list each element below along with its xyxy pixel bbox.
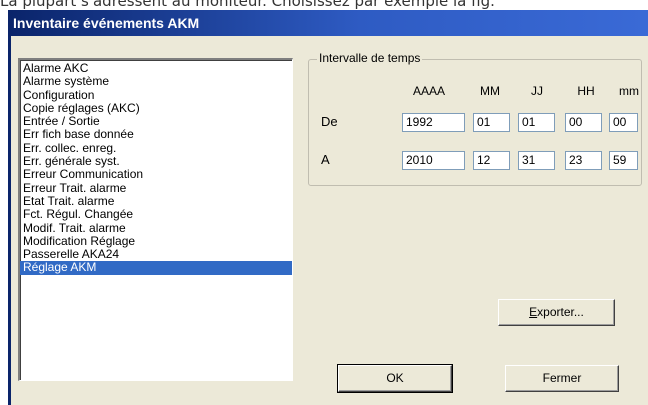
to-minute-field[interactable]: 59 bbox=[609, 151, 638, 170]
from-month-field[interactable]: 01 bbox=[473, 113, 510, 132]
export-button-mnemonic: E bbox=[529, 305, 538, 319]
list-item[interactable]: Erreur Communication bbox=[20, 168, 292, 181]
list-item[interactable]: Configuration bbox=[20, 88, 292, 102]
to-label: A bbox=[321, 152, 330, 167]
from-year-field[interactable]: 1992 bbox=[402, 113, 465, 132]
list-item[interactable]: Modification Réglage bbox=[20, 234, 292, 248]
title-bar[interactable]: Inventaire événements AKM bbox=[8, 10, 648, 36]
event-inventory-dialog: Inventaire événements AKM Alarme AKC Ala… bbox=[8, 10, 648, 405]
dialog-client-area: Alarme AKC Alarme système Configuration … bbox=[11, 36, 648, 405]
list-item[interactable]: Fct. Régul. Changée bbox=[20, 208, 292, 221]
to-hour-field[interactable]: 23 bbox=[565, 151, 602, 170]
to-day-field[interactable]: 31 bbox=[518, 151, 555, 170]
list-item[interactable]: Err fich base donnée bbox=[20, 128, 292, 141]
from-hour-field[interactable]: 00 bbox=[565, 113, 602, 132]
close-button[interactable]: Fermer bbox=[505, 365, 619, 392]
year-column-header: AAAA bbox=[412, 84, 445, 98]
from-day-field[interactable]: 01 bbox=[518, 113, 555, 132]
list-item[interactable]: Modif. Trait. alarme bbox=[20, 221, 292, 235]
list-item[interactable]: Entrée / Sortie bbox=[20, 115, 292, 128]
to-year-field[interactable]: 2010 bbox=[402, 151, 465, 170]
list-item[interactable]: Etat Trait. alarme bbox=[20, 194, 292, 208]
list-item[interactable]: Copie réglages (AKC) bbox=[20, 101, 292, 115]
event-type-listbox[interactable]: Alarme AKC Alarme système Configuration … bbox=[18, 58, 293, 381]
day-column-header: JJ bbox=[531, 84, 543, 98]
time-range-legend: Intervalle de temps bbox=[317, 51, 423, 65]
from-label: De bbox=[321, 114, 338, 129]
list-item[interactable]: Err. collec. enreg. bbox=[20, 141, 292, 155]
list-item[interactable]: Passerelle AKA24 bbox=[20, 248, 292, 261]
month-column-header: MM bbox=[480, 84, 500, 98]
minute-column-header: mm bbox=[619, 84, 639, 98]
list-item-selected[interactable]: Réglage AKM bbox=[20, 261, 292, 275]
document-caption: La plupart s'adressent au moniteur. Choi… bbox=[0, 0, 495, 10]
window-title: Inventaire événements AKM bbox=[13, 15, 200, 31]
list-item[interactable]: Erreur Trait. alarme bbox=[20, 181, 292, 195]
from-minute-field[interactable]: 00 bbox=[609, 113, 638, 132]
list-item[interactable]: Alarme AKC bbox=[20, 61, 292, 75]
ok-button[interactable]: OK bbox=[337, 364, 453, 393]
list-item[interactable]: Alarme système bbox=[20, 75, 292, 88]
export-button-label-rest: xporter... bbox=[537, 305, 584, 319]
background-document-text: La plupart s'adressent au moniteur. Choi… bbox=[0, 0, 648, 10]
to-month-field[interactable]: 12 bbox=[473, 151, 510, 170]
export-button[interactable]: Exporter... bbox=[498, 299, 615, 326]
list-item[interactable]: Err. générale syst. bbox=[20, 154, 292, 168]
